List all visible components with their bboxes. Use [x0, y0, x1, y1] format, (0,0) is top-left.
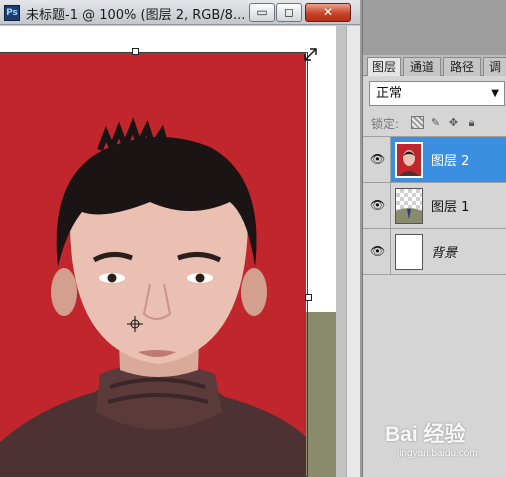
tab-adjustments[interactable]: 调	[483, 57, 506, 76]
lock-controls: 锁定: ✎ ✥ 🔒︎	[363, 111, 506, 135]
tab-layers[interactable]: 图层	[367, 57, 401, 76]
layer-row-layer-1[interactable]: 👁︎ 图层 1	[363, 182, 506, 228]
maximize-button[interactable]: ◻	[276, 3, 302, 22]
visibility-toggle[interactable]: 👁︎	[363, 137, 391, 182]
portrait-photo-layer[interactable]	[0, 52, 306, 477]
lock-icon[interactable]: 🔒︎	[465, 116, 478, 129]
layer-row-layer-2[interactable]: 👁︎ 图层 2	[363, 136, 506, 182]
transform-handle-right[interactable]	[305, 294, 312, 301]
brush-icon[interactable]: ✎	[429, 116, 442, 129]
eye-icon: 👁︎	[370, 198, 386, 212]
layer-name: 图层 1	[431, 200, 470, 215]
minimize-button[interactable]: ▭	[249, 3, 275, 22]
visibility-toggle[interactable]: 👁︎	[363, 229, 391, 274]
blend-mode-value: 正常	[376, 86, 403, 101]
layers-list: 👁︎ 图层 2 👁︎ 图层 1 👁︎ 背景	[363, 136, 506, 274]
layer-name: 背景	[431, 246, 458, 261]
panel-tabs: 图层 通道 路径 调	[363, 55, 506, 76]
eye-icon: 👁︎	[370, 152, 386, 166]
lock-label: 锁定:	[371, 117, 400, 131]
photoshop-screen: Ps 未标题-1 @ 100% (图层 2, RGB/8... ▭ ◻ ✕ 图层…	[0, 0, 506, 477]
layers-panel: 图层 通道 路径 调 正常 ▼ 锁定: ✎ ✥ 🔒︎ 👁︎ 图层 2 👁︎ 图层…	[362, 0, 506, 477]
resize-arrow-icon[interactable]	[304, 46, 317, 61]
document-title: 未标题-1 @ 100% (图层 2, RGB/8...	[26, 8, 246, 23]
watermark-logo-text: Bai 经验	[385, 423, 466, 446]
layer-row-background[interactable]: 👁︎ 背景	[363, 228, 506, 274]
layer-thumbnail	[395, 142, 423, 178]
portrait-photo	[0, 52, 306, 477]
document-window: Ps 未标题-1 @ 100% (图层 2, RGB/8... ▭ ◻ ✕	[0, 0, 360, 477]
canvas-area[interactable]	[0, 26, 346, 477]
layer-name: 图层 2	[431, 154, 470, 169]
vertical-scrollbar[interactable]	[346, 26, 360, 477]
move-icon[interactable]: ✥	[447, 116, 460, 129]
chevron-down-icon: ▼	[491, 88, 499, 99]
lock-transparent-pixels-icon[interactable]	[411, 116, 424, 129]
document-titlebar[interactable]: Ps 未标题-1 @ 100% (图层 2, RGB/8... ▭ ◻ ✕	[0, 0, 360, 25]
blend-mode-select[interactable]: 正常 ▼	[369, 81, 505, 106]
visibility-toggle[interactable]: 👁︎	[363, 183, 391, 228]
baidu-jingyan-watermark: Bai 经验 jingyan.baidu.com	[385, 418, 505, 468]
transform-handle-top[interactable]	[132, 48, 139, 55]
layer-thumbnail	[395, 234, 423, 270]
panel-dock-area	[363, 0, 506, 55]
watermark-url: jingyan.baidu.com	[397, 448, 478, 459]
layer-thumbnail	[395, 188, 423, 224]
tab-channels[interactable]: 通道	[403, 57, 441, 76]
close-button[interactable]: ✕	[305, 3, 351, 22]
photoshop-app-icon: Ps	[4, 5, 20, 21]
layer-1-figure-edge	[303, 312, 336, 477]
eye-icon: 👁︎	[370, 244, 386, 258]
tab-paths[interactable]: 路径	[443, 57, 481, 76]
